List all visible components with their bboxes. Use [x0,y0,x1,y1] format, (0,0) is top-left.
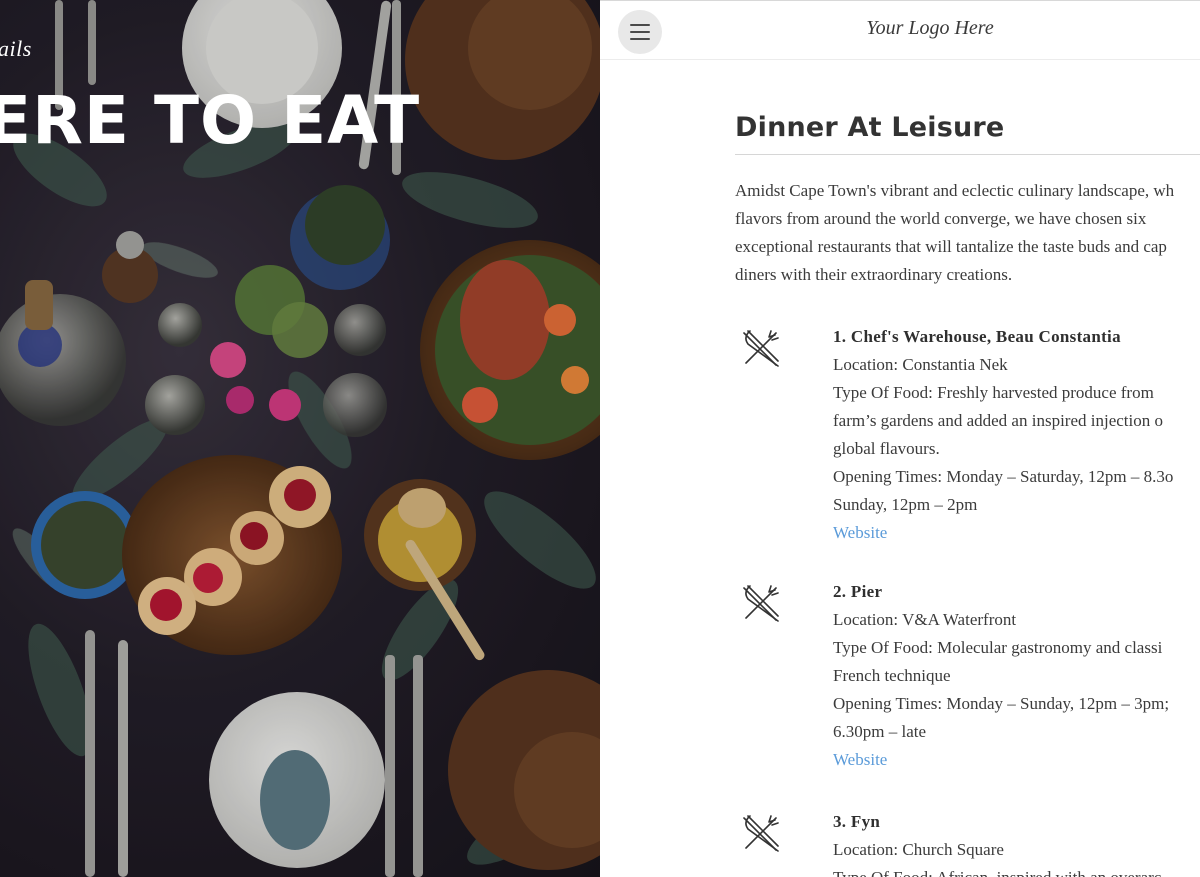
website-link[interactable]: Website [833,746,1200,774]
fork-knife-icon [743,330,779,367]
intro-paragraph: Amidst Cape Town's vibrant and eclectic … [735,177,1200,289]
restaurant-food: Type Of Food: Molecular gastronomy and c… [833,638,1163,657]
restaurant-hours: Sunday, 12pm – 2pm [833,495,978,514]
hamburger-icon-line [630,38,650,40]
title-divider [735,154,1200,155]
site-logo[interactable]: Your Logo Here [866,17,993,40]
restaurant-food: farm’s gardens and added an inspired inj… [833,411,1163,430]
website-link[interactable]: Website [833,519,1200,547]
restaurant-hours: Opening Times: Monday – Saturday, 12pm –… [833,467,1174,486]
hero-image-panel: ails ERE TO EAT [0,0,600,877]
restaurant-location: Location: V&A Waterfront [833,610,1017,629]
menu-button[interactable] [618,10,662,54]
intro-line: Amidst Cape Town's vibrant and eclectic … [735,181,1175,200]
restaurant-food: global flavours. [833,439,940,458]
fork-knife-icon [743,585,779,622]
intro-line: diners with their extraordinary creation… [735,265,1013,284]
restaurant-food: Type Of Food: African, inspired with an … [833,864,1200,877]
top-bar: Your Logo Here [600,0,1200,60]
intro-line: flavors from around the world converge, … [735,209,1147,228]
hamburger-icon-line [630,31,650,33]
section-title: Dinner At Leisure [735,112,1005,143]
restaurant-food: French technique [833,666,951,685]
restaurant-name: 2. Pier [833,582,883,601]
content-panel: Your Logo Here Dinner At Leisure Amidst … [600,0,1200,877]
hamburger-icon [630,24,650,26]
restaurant-name: 1. Chef's Warehouse, Beau Constantia [833,327,1121,346]
fork-knife-icon [743,815,779,852]
restaurant-food: Type Of Food: Freshly harvested produce … [833,383,1154,402]
hero-kicker: ails [0,36,32,61]
restaurant-hours: 6.30pm – late [833,722,927,741]
restaurant-location: Location: Church Square [833,840,1004,859]
restaurant-hours: Opening Times: Monday – Sunday, 12pm – 3… [833,694,1170,713]
restaurant-name: 3. Fyn [833,812,881,831]
hero-headline: ERE TO EAT [0,82,421,159]
restaurant-location: Location: Constantia Nek [833,355,1008,374]
intro-line: exceptional restaurants that will tantal… [735,237,1167,256]
